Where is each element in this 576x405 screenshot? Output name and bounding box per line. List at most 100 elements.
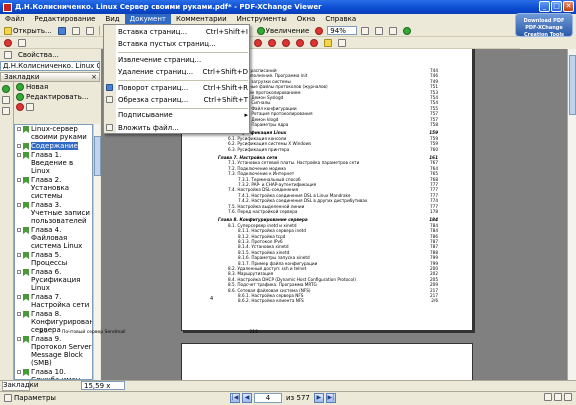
expand-icon[interactable] — [26, 103, 34, 111]
bookmark-item[interactable]: Глава 6. Русификация Linux — [15, 268, 92, 293]
menu-item-label: Поворот страниц... — [118, 84, 189, 92]
insert-pages-item[interactable]: Вставка страниц... Ctrl+Shift+I — [104, 26, 251, 38]
bookmark-item[interactable]: Глава 7. Настройка сети — [15, 293, 92, 310]
next-page-button[interactable]: ▶ — [313, 393, 324, 403]
first-page-button[interactable]: |◀ — [230, 393, 240, 403]
highlight-button[interactable] — [322, 38, 334, 48]
toc-entry[interactable]: 8.6.2. Настройка клиента NFS 2/6 — [182, 298, 472, 304]
expand-node-icon[interactable] — [17, 228, 21, 232]
bookmark-icon — [23, 311, 29, 318]
bookmark-item[interactable]: Глава 1. Введение в Linux — [15, 151, 92, 176]
maximize-button[interactable]: □ — [551, 1, 562, 12]
properties-label: Свойства... — [18, 51, 59, 59]
delete-icon[interactable] — [16, 103, 24, 111]
attach-button[interactable] — [16, 38, 28, 48]
close-panel-icon[interactable]: × — [91, 73, 97, 81]
bookmark-panel-icon[interactable] — [2, 85, 10, 93]
bookmarks-tree: Linux-сервер своими руками Содержание Глав… — [14, 124, 93, 380]
bookmark-item[interactable]: Глава 9. Протокол Server Message Block (… — [15, 335, 92, 368]
stamp-button[interactable] — [2, 38, 14, 48]
open-button[interactable]: Открыть... — [2, 26, 54, 36]
oval-icon — [254, 38, 262, 47]
bookmark-item[interactable]: Глава 10. Служба имен — DNS — [15, 368, 92, 379]
expand-node-icon[interactable] — [17, 295, 21, 299]
expand-node-icon[interactable] — [17, 270, 21, 274]
menu-item-label: Вставка пустых страниц... — [118, 40, 216, 48]
save-button[interactable] — [56, 26, 68, 36]
zoom-in-button[interactable]: Увеличение — [255, 26, 312, 36]
extract-pages-item[interactable]: Извлечение страниц... — [104, 54, 251, 66]
delete-pages-item[interactable]: Удаление страниц... Ctrl+Shift+D — [104, 66, 251, 78]
crop-pages-item[interactable]: Обрезка страниц... Ctrl+Shift+T — [104, 94, 251, 106]
options-icon — [4, 51, 12, 59]
brand-line-2: PDF-XChange — [525, 25, 563, 31]
go-button[interactable] — [401, 26, 413, 36]
expand-node-icon[interactable] — [17, 253, 21, 257]
rotate-pages-item[interactable]: Поворот страниц... Ctrl+Shift+R — [104, 82, 251, 94]
scroll-thumb[interactable] — [94, 136, 101, 176]
menu-edit[interactable]: Редактирование — [29, 14, 100, 25]
zoom-out-icon — [315, 26, 324, 35]
bookmark-item[interactable]: Linux-сервер своими руками — [15, 125, 92, 142]
pencil-button[interactable] — [308, 38, 320, 48]
expand-node-icon[interactable] — [17, 127, 21, 131]
bookmark-item[interactable]: Содержание — [15, 142, 92, 151]
single-page-icon[interactable] — [544, 393, 552, 401]
attach-file-item[interactable]: Вложить файл... — [104, 122, 251, 134]
bookmarks-tab[interactable]: Закладки — [2, 381, 38, 391]
fit-page-button[interactable] — [359, 26, 371, 36]
bookmark-item[interactable]: Глава 5. Процессы — [15, 251, 92, 268]
search-icon[interactable] — [2, 107, 10, 115]
new-bookmark-button[interactable]: Новая — [14, 82, 100, 92]
facing-icon[interactable] — [564, 393, 572, 401]
expand-node-icon[interactable] — [17, 144, 21, 148]
expand-node-icon[interactable] — [17, 203, 21, 207]
expand-node-icon[interactable] — [17, 337, 21, 341]
minimize-button[interactable]: _ — [539, 1, 550, 12]
bookmarks-scrollbar[interactable] — [93, 124, 101, 380]
bookmark-item[interactable]: Глава 2. Установка системы — [15, 176, 92, 201]
oval-button[interactable] — [252, 38, 264, 48]
current-page-field[interactable]: 4 — [254, 393, 282, 403]
brand-logo[interactable]: Download PDF PDF-XChange Creation Tools — [515, 13, 573, 38]
expand-node-icon[interactable] — [17, 370, 21, 374]
prev-page-button[interactable]: ◀ — [242, 393, 252, 403]
fit-width-button[interactable] — [373, 26, 385, 36]
toc-page: 760 — [430, 146, 438, 152]
document-scroll-thumb[interactable] — [569, 55, 576, 115]
print-button[interactable] — [70, 26, 82, 36]
thumbnails-icon[interactable] — [2, 96, 10, 104]
bookmark-item[interactable]: Глава 4. Файловая система Linux — [15, 226, 92, 251]
document-path-field[interactable]: Д.Н.Колисниченко. Linux Сервер своими — [0, 61, 100, 71]
last-page-button[interactable]: ▶| — [325, 393, 336, 403]
menu-help[interactable]: Справка — [320, 14, 361, 25]
parameters-button[interactable]: Параметры — [4, 393, 56, 403]
menu-file[interactable]: Файл — [0, 14, 29, 25]
measure-button[interactable] — [336, 38, 348, 48]
actual-size-button[interactable] — [387, 26, 399, 36]
zoom-level-field[interactable]: 94% — [327, 26, 358, 35]
zoom-out-button[interactable] — [313, 26, 325, 36]
parameters-label: Параметры — [14, 394, 56, 402]
line-button[interactable] — [280, 38, 292, 48]
next-page-line-page: 219 — [249, 330, 258, 335]
continuous-icon[interactable] — [554, 393, 562, 401]
signing-submenu-item[interactable]: Подписывание ▸ — [104, 109, 251, 121]
edit-bookmark-button[interactable]: Редактировать... — [14, 92, 100, 102]
insert-blank-pages-item[interactable]: Вставка пустых страниц... — [104, 38, 251, 50]
expand-node-icon[interactable] — [17, 312, 21, 316]
toc-entry[interactable]: 7.6. Перед настройкой сервера 178 — [182, 209, 472, 215]
close-button[interactable]: ✕ — [563, 1, 574, 12]
email-button[interactable] — [84, 26, 96, 36]
polygon-button[interactable] — [266, 38, 278, 48]
toc-entry[interactable]: 6.3. Русификация принтера 760 — [182, 146, 472, 153]
document-scrollbar[interactable] — [567, 49, 576, 380]
menu-windows[interactable]: Окна — [292, 14, 321, 25]
bookmarks-toolbar: Свойства... — [0, 49, 100, 61]
expand-node-icon[interactable] — [17, 153, 21, 157]
bookmark-options-button[interactable] — [2, 50, 14, 60]
properties-button[interactable]: Свойства... — [16, 50, 61, 60]
bookmark-item[interactable]: Глава 3. Учетные записи пользователей — [15, 201, 92, 226]
expand-node-icon[interactable] — [17, 178, 21, 182]
arrow-button[interactable] — [294, 38, 306, 48]
